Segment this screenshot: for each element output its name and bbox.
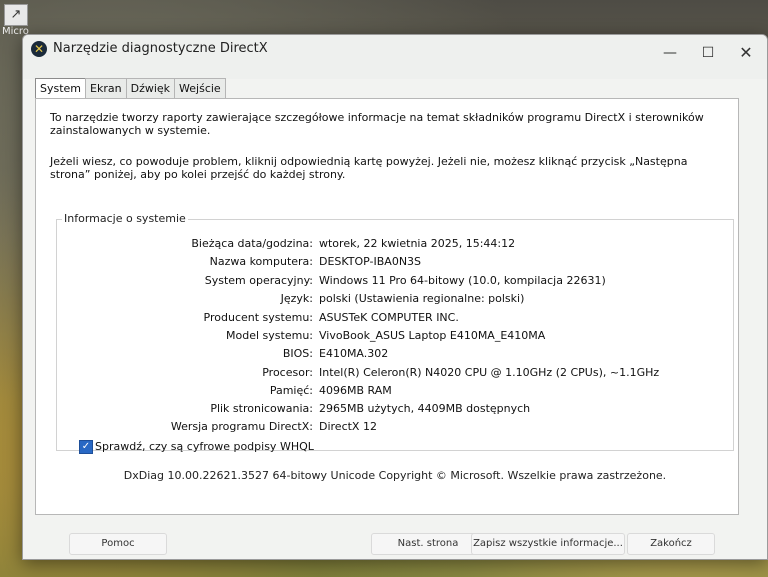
info-value: wtorek, 22 kwietnia 2025, 15:44:12 (319, 237, 516, 250)
tab-input[interactable]: Wejście (174, 78, 226, 99)
minimize-button[interactable]: — (653, 43, 687, 63)
info-value: VivoBook_ASUS Laptop E410MA_E410MA (319, 329, 546, 342)
directx-app-icon: ✕ (31, 41, 47, 57)
info-row-computer-name: Nazwa komputera: DESKTOP-IBA0N3S (36, 255, 716, 271)
info-label: System operacyjny: (204, 274, 313, 287)
info-value: DESKTOP-IBA0N3S (319, 255, 422, 268)
tab-system[interactable]: System (35, 78, 87, 100)
help-button[interactable]: Pomoc (69, 533, 167, 555)
whql-checkbox-label[interactable]: Sprawdź, czy są cyfrowe podpisy WHQL (95, 440, 314, 453)
save-all-info-button[interactable]: Zapisz wszystkie informacje... (471, 533, 625, 555)
info-value: 4096MB RAM (319, 384, 392, 397)
title-bar[interactable]: ✕ Narzędzie diagnostyczne DirectX — ☐ ✕ (23, 35, 767, 79)
info-label: Producent systemu: (203, 311, 313, 324)
info-label: Pamięć: (269, 384, 313, 397)
info-row-language: Język: polski (Ustawienia regionalne: po… (36, 292, 716, 308)
close-button[interactable]: ✕ (729, 43, 763, 63)
tab-strip: System Ekran Dźwięk Wejście (35, 78, 226, 100)
info-label: Plik stronicowania: (210, 402, 313, 415)
info-label: Wersja programu DirectX: (170, 420, 313, 433)
info-row-manufacturer: Producent systemu: ASUSTeK COMPUTER INC. (36, 311, 716, 327)
info-row-datetime: Bieżąca data/godzina: wtorek, 22 kwietni… (36, 237, 716, 253)
whql-checkbox[interactable]: ✓ (79, 440, 93, 454)
info-label: BIOS: (282, 347, 313, 360)
info-value: Intel(R) Celeron(R) N4020 CPU @ 1.10GHz … (319, 366, 660, 379)
info-row-processor: Procesor: Intel(R) Celeron(R) N4020 CPU … (36, 366, 716, 382)
info-row-model: Model systemu: VivoBook_ASUS Laptop E410… (36, 329, 716, 345)
tab-sound[interactable]: Dźwięk (125, 78, 176, 99)
info-row-os: System operacyjny: Windows 11 Pro 64-bit… (36, 274, 716, 290)
info-label: Procesor: (262, 366, 313, 379)
dxdiag-window: ✕ Narzędzie diagnostyczne DirectX — ☐ ✕ … (22, 34, 768, 560)
intro-paragraph: To narzędzie tworzy raporty zawierające … (50, 111, 704, 137)
copyright-footer: DxDiag 10.00.22621.3527 64-bitowy Unicod… (123, 469, 667, 482)
info-value: ASUSTeK COMPUTER INC. (319, 311, 459, 324)
info-label: Bieżąca data/godzina: (191, 237, 313, 250)
info-value: Windows 11 Pro 64-bitowy (10.0, kompilac… (319, 274, 606, 287)
info-row-memory: Pamięć: 4096MB RAM (36, 384, 716, 400)
info-value: E410MA.302 (319, 347, 389, 360)
info-label: Nazwa komputera: (209, 255, 313, 268)
instructions-paragraph: Jeżeli wiesz, co powoduje problem, klikn… (50, 155, 688, 181)
tab-display[interactable]: Ekran (85, 78, 127, 99)
info-label: Model systemu: (226, 329, 313, 342)
window-title: Narzędzie diagnostyczne DirectX (53, 41, 268, 56)
info-value: DirectX 12 (319, 420, 377, 433)
info-row-bios: BIOS: E410MA.302 (36, 347, 716, 363)
next-page-button[interactable]: Nast. strona (371, 533, 485, 555)
desktop-shortcut-icon[interactable]: ↗ (4, 4, 28, 26)
info-label: Język: (280, 292, 313, 305)
system-info-group-title: Informacje o systemie (62, 212, 188, 225)
exit-button[interactable]: Zakończ (627, 533, 715, 555)
maximize-button[interactable]: ☐ (691, 43, 725, 63)
info-row-page-file: Plik stronicowania: 2965MB użytych, 4409… (36, 402, 716, 418)
info-value: 2965MB użytych, 4409MB dostępnych (319, 402, 531, 415)
info-value: polski (Ustawienia regionalne: polski) (319, 292, 525, 305)
info-row-directx-version: Wersja programu DirectX: DirectX 12 (36, 420, 716, 436)
